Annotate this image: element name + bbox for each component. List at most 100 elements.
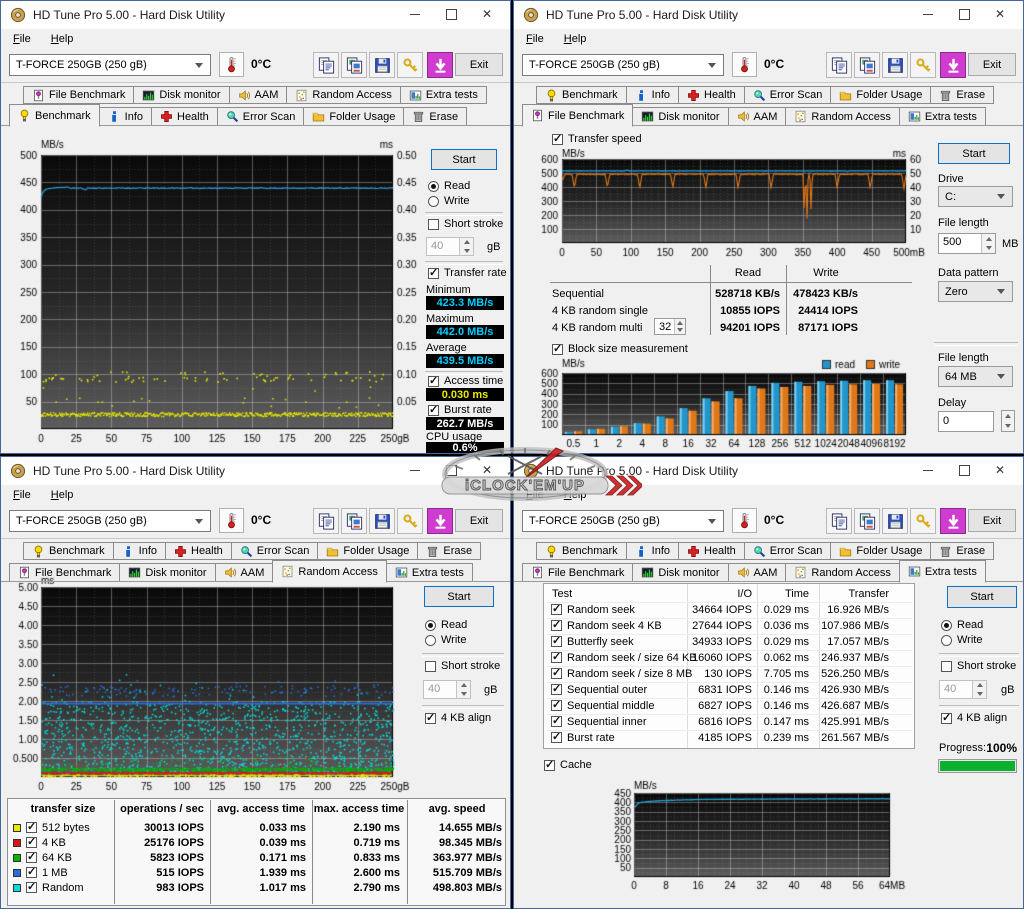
short-stroke-spinner[interactable]: 40	[939, 680, 987, 699]
test-checkbox-box[interactable]	[551, 668, 562, 679]
short-stroke-checkbox-box[interactable]	[941, 661, 952, 672]
menu-item-help[interactable]: Help	[47, 32, 78, 46]
test-checkbox-box[interactable]	[551, 684, 562, 695]
window-control-close[interactable]: ✕	[983, 457, 1017, 483]
test-checkbox[interactable]	[551, 668, 562, 679]
tab-random-access[interactable]: Random Access	[286, 86, 400, 104]
transfer-speed-checkbox[interactable]: Transfer speed	[552, 133, 642, 145]
short-stroke-checkbox[interactable]: Short stroke	[941, 660, 1016, 672]
toolbar-button-copy-image[interactable]	[854, 508, 880, 534]
drive-select[interactable]: T-FORCE 250GB (250 gB)	[522, 510, 724, 532]
target-drive-select[interactable]: C:	[938, 186, 1013, 207]
window-control-close[interactable]: ✕	[983, 1, 1017, 27]
block-size-checkbox[interactable]: Block size measurement	[552, 343, 688, 355]
file-length-spinner-up[interactable]	[982, 234, 995, 244]
toolbar-button-copy-image[interactable]	[341, 508, 367, 534]
multi-queue-spinner-down[interactable]	[675, 327, 685, 335]
short-stroke-spinner[interactable]: 40	[426, 237, 474, 256]
window-control-minimize[interactable]	[911, 1, 945, 27]
menu-item-help[interactable]: Help	[560, 488, 591, 502]
toolbar-button-save[interactable]	[369, 52, 395, 78]
short-stroke-spinner-arrows[interactable]	[456, 681, 470, 698]
tab-benchmark[interactable]: Benchmark	[536, 542, 627, 560]
read-radio-circle[interactable]	[425, 620, 436, 631]
toolbar-button-options[interactable]	[397, 52, 423, 78]
tab-disk-monitor[interactable]: Disk monitor	[632, 563, 728, 582]
toolbar-button-options[interactable]	[397, 508, 423, 534]
series-checkbox[interactable]	[26, 867, 37, 878]
tab-health[interactable]: Health	[165, 542, 232, 560]
toolbar-button-options[interactable]	[910, 52, 936, 78]
test-checkbox-box[interactable]	[551, 620, 562, 631]
window-control-minimize[interactable]	[398, 457, 432, 483]
test-checkbox-box[interactable]	[551, 716, 562, 727]
exit-button[interactable]: Exit	[968, 509, 1016, 532]
tab-random-access[interactable]: Random Access	[272, 560, 386, 583]
test-checkbox-box[interactable]	[551, 636, 562, 647]
transfer-rate-checkbox-box[interactable]	[428, 268, 439, 279]
drive-select[interactable]: T-FORCE 250GB (250 gB)	[9, 54, 211, 76]
start-button[interactable]: Start	[424, 586, 494, 607]
write-radio[interactable]: Write	[428, 195, 469, 207]
tab-info[interactable]: Info	[99, 107, 152, 126]
exit-button[interactable]: Exit	[455, 53, 503, 76]
tab-benchmark[interactable]: Benchmark	[23, 542, 114, 560]
tab-folder-usage[interactable]: Folder Usage	[303, 107, 404, 126]
window-control-minimize[interactable]	[911, 457, 945, 483]
align-checkbox-box[interactable]	[425, 713, 436, 724]
delay-spinner-buttons[interactable]	[1001, 410, 1015, 432]
block-size-checkbox-box[interactable]	[552, 344, 563, 355]
short-stroke-spinner-up[interactable]	[460, 238, 473, 247]
short-stroke-spinner-arrows[interactable]	[459, 238, 473, 255]
series-checkbox-box[interactable]	[26, 867, 37, 878]
tab-info[interactable]: Info	[626, 86, 679, 104]
test-checkbox[interactable]	[551, 732, 562, 743]
read-radio-circle[interactable]	[941, 620, 952, 631]
short-stroke-checkbox-box[interactable]	[428, 219, 439, 230]
window-control-maximize[interactable]	[947, 457, 981, 483]
short-stroke-spinner-arrows[interactable]	[972, 681, 986, 698]
menu-item-file[interactable]: File	[9, 488, 35, 502]
access-time-checkbox-box[interactable]	[428, 376, 439, 387]
window-control-maximize[interactable]	[434, 457, 468, 483]
test-checkbox[interactable]	[551, 636, 562, 647]
transfer-rate-checkbox[interactable]: Transfer rate	[428, 267, 507, 279]
write-radio-circle[interactable]	[941, 635, 952, 646]
delay-input[interactable]: 0	[938, 411, 994, 432]
menu-item-file[interactable]: File	[522, 32, 548, 46]
file-length-spinner-arrows[interactable]	[981, 234, 995, 253]
tab-erase[interactable]: Erase	[930, 86, 994, 104]
write-radio-circle[interactable]	[425, 635, 436, 646]
short-stroke-spinner[interactable]: 40	[423, 680, 471, 699]
window-control-close[interactable]: ✕	[470, 1, 504, 27]
tab-folder-usage[interactable]: Folder Usage	[830, 542, 931, 560]
tab-health[interactable]: Health	[151, 107, 218, 126]
tab-file-benchmark[interactable]: File Benchmark	[522, 104, 633, 127]
tab-random-access[interactable]: Random Access	[785, 107, 899, 126]
toolbar-button-download[interactable]	[940, 508, 966, 534]
tab-info[interactable]: Info	[626, 542, 679, 560]
test-checkbox[interactable]	[551, 652, 562, 663]
toolbar-button-copy-text[interactable]	[826, 52, 852, 78]
tab-folder-usage[interactable]: Folder Usage	[830, 86, 931, 104]
tab-file-benchmark[interactable]: File Benchmark	[522, 563, 633, 582]
delay-up[interactable]	[1002, 411, 1014, 421]
write-radio[interactable]: Write	[425, 634, 466, 646]
tab-erase[interactable]: Erase	[930, 542, 994, 560]
menu-item-file[interactable]: File	[522, 488, 548, 502]
test-checkbox[interactable]	[551, 604, 562, 615]
series-checkbox[interactable]	[26, 837, 37, 848]
short-stroke-checkbox[interactable]: Short stroke	[428, 218, 503, 230]
burst-rate-checkbox-box[interactable]	[428, 405, 439, 416]
align-checkbox[interactable]: 4 KB align	[941, 712, 1007, 724]
align-checkbox-box[interactable]	[941, 713, 952, 724]
test-checkbox-box[interactable]	[551, 652, 562, 663]
tab-folder-usage[interactable]: Folder Usage	[317, 542, 418, 560]
read-radio[interactable]: Read	[428, 180, 470, 192]
window-control-close[interactable]: ✕	[470, 457, 504, 483]
drive-select[interactable]: T-FORCE 250GB (250 gB)	[522, 54, 724, 76]
short-stroke-spinner-down[interactable]	[973, 690, 986, 699]
tab-aam[interactable]: AAM	[728, 563, 787, 582]
toolbar-button-save[interactable]	[369, 508, 395, 534]
tab-benchmark[interactable]: Benchmark	[536, 86, 627, 104]
